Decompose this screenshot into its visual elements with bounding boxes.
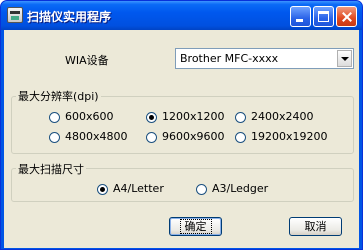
resolution-group-title: 最大分辨率(dpi) [16, 88, 101, 104]
resolution-label-19200: 19200x19200 [251, 130, 328, 143]
scan-size-label-a3: A3/Ledger [212, 182, 269, 195]
window-title: 扫描仪实用程序 [27, 10, 112, 24]
resolution-label-600: 600x600 [65, 110, 114, 123]
scan-size-label-a4: A4/Letter [113, 182, 164, 195]
resolution-radio-1200[interactable] [146, 112, 157, 123]
minimize-button[interactable] [290, 6, 311, 27]
scanner-app-icon [7, 7, 23, 23]
resolution-label-2400: 2400x2400 [251, 110, 314, 123]
resolution-label-9600: 9600x9600 [162, 130, 225, 143]
close-icon [337, 7, 356, 26]
maximize-icon [318, 11, 329, 22]
cancel-button[interactable]: 取消 [289, 217, 342, 236]
resolution-radio-600[interactable] [49, 112, 60, 123]
scan-size-radio-a3[interactable] [196, 184, 207, 195]
resolution-radio-4800[interactable] [49, 132, 60, 143]
ok-button-label: 确定 [179, 219, 212, 234]
resolution-group [11, 96, 354, 154]
maximize-button[interactable] [313, 6, 334, 27]
resolution-radio-2400[interactable] [235, 112, 246, 123]
resolution-label-1200: 1200x1200 [162, 110, 225, 123]
chevron-down-icon[interactable] [337, 50, 352, 67]
dialog-body: WIA设备 Brother MFC-xxxx 最大分辨率(dpi) 600x60… [4, 30, 359, 248]
device-select[interactable]: Brother MFC-xxxx [175, 48, 354, 69]
minimize-icon [296, 19, 303, 22]
resolution-label-4800: 4800x4800 [65, 130, 128, 143]
title-bar[interactable]: 扫描仪实用程序 [1, 1, 362, 30]
device-select-value: Brother MFC-xxxx [180, 52, 279, 65]
device-label: WIA设备 [65, 54, 109, 67]
cancel-button-label: 取消 [304, 220, 327, 233]
close-button[interactable] [336, 6, 357, 27]
resolution-radio-19200[interactable] [235, 132, 246, 143]
scan-size-group-title: 最大扫描尺寸 [16, 161, 86, 177]
scan-size-radio-a4[interactable] [97, 184, 108, 195]
ok-button[interactable]: 确定 [169, 217, 222, 236]
scanner-utility-window: 扫描仪实用程序 WIA设备 Brother MFC-xxxx 最大分辨率(dpi… [0, 0, 363, 250]
resolution-radio-9600[interactable] [146, 132, 157, 143]
